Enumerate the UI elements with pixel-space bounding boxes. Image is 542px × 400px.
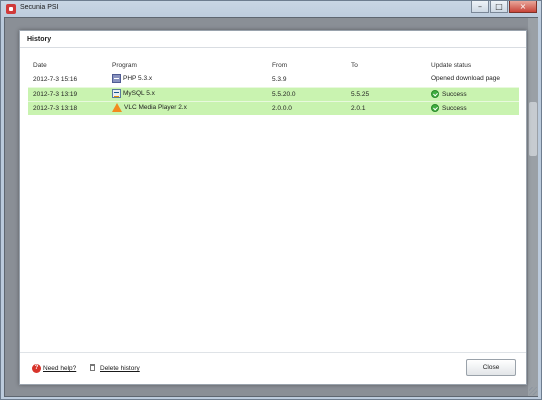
background-scrollbar[interactable]: [528, 18, 538, 396]
table-row[interactable]: 2012-7-3 15:16 PHP 5.3.x 5.3.9 Opened do…: [28, 73, 519, 87]
row-from-version: 5.3.9: [272, 76, 287, 83]
dialog-footer: ? Need help? Delete history Close: [20, 352, 526, 384]
close-button[interactable]: Close: [466, 359, 516, 376]
success-check-icon: [431, 104, 439, 112]
row-program: PHP 5.3.x: [112, 74, 152, 83]
row-from-version: 2.0.0.0: [272, 105, 292, 112]
history-table: Date Program From To Update status 2012-…: [28, 60, 519, 115]
minimize-button[interactable]: –: [471, 1, 489, 13]
history-dialog: History Date Program From To Update stat…: [19, 30, 527, 385]
column-header-status[interactable]: Update status: [431, 62, 471, 69]
background-scrollbar-thumb[interactable]: [529, 102, 537, 156]
window-title: Secunia PSI: [20, 4, 59, 11]
table-row[interactable]: 2012-7-3 13:19 MySQL 5.x 5.5.20.0 5.5.25…: [28, 87, 519, 101]
help-question-icon[interactable]: ?: [32, 364, 41, 373]
close-window-button[interactable]: ×: [509, 1, 537, 13]
table-header: Date Program From To Update status: [28, 60, 519, 73]
row-program: VLC Media Player 2.x: [112, 103, 187, 112]
success-check-icon: [431, 90, 439, 98]
window-controls: – □ ×: [470, 1, 537, 13]
row-status-text: Success: [442, 90, 467, 98]
trash-icon[interactable]: [90, 364, 95, 371]
column-header-program[interactable]: Program: [112, 62, 137, 69]
row-date: 2012-7-3 15:16: [33, 76, 78, 83]
row-from-version: 5.5.20.0: [272, 91, 296, 98]
maximize-button[interactable]: □: [490, 1, 508, 13]
resize-grip-icon[interactable]: [529, 387, 537, 395]
row-program: MySQL 5.x: [112, 89, 155, 98]
app-window: Secunia PSI – □ × History Date Program F…: [0, 0, 542, 400]
row-to-version: 2.0.1: [351, 105, 366, 112]
row-date: 2012-7-3 13:19: [33, 91, 78, 98]
vlc-cone-icon: [112, 103, 122, 112]
row-to-version: 5.5.25: [351, 91, 370, 98]
column-header-from[interactable]: From: [272, 62, 287, 69]
row-program-name: PHP 5.3.x: [123, 75, 153, 82]
row-status-text: Success: [442, 104, 467, 112]
table-row[interactable]: 2012-7-3 13:18 VLC Media Player 2.x 2.0.…: [28, 101, 519, 115]
column-header-date[interactable]: Date: [33, 62, 47, 69]
row-status: Success: [431, 104, 467, 112]
row-status: Opened download page: [431, 75, 501, 82]
row-date: 2012-7-3 13:18: [33, 105, 78, 112]
row-status: Success: [431, 90, 467, 98]
need-help-link[interactable]: Need help?: [43, 365, 76, 372]
row-program-name: MySQL 5.x: [123, 90, 155, 97]
secunia-app-icon: [6, 4, 16, 14]
delete-history-link[interactable]: Delete history: [100, 365, 140, 372]
column-header-to[interactable]: To: [351, 62, 358, 69]
row-program-name: VLC Media Player 2.x: [124, 104, 187, 111]
title-bar[interactable]: Secunia PSI – □ ×: [1, 1, 541, 17]
mysql-icon: [112, 89, 121, 98]
php-icon: [112, 74, 121, 83]
dialog-title: History: [27, 36, 52, 43]
dialog-header: History: [20, 31, 526, 48]
